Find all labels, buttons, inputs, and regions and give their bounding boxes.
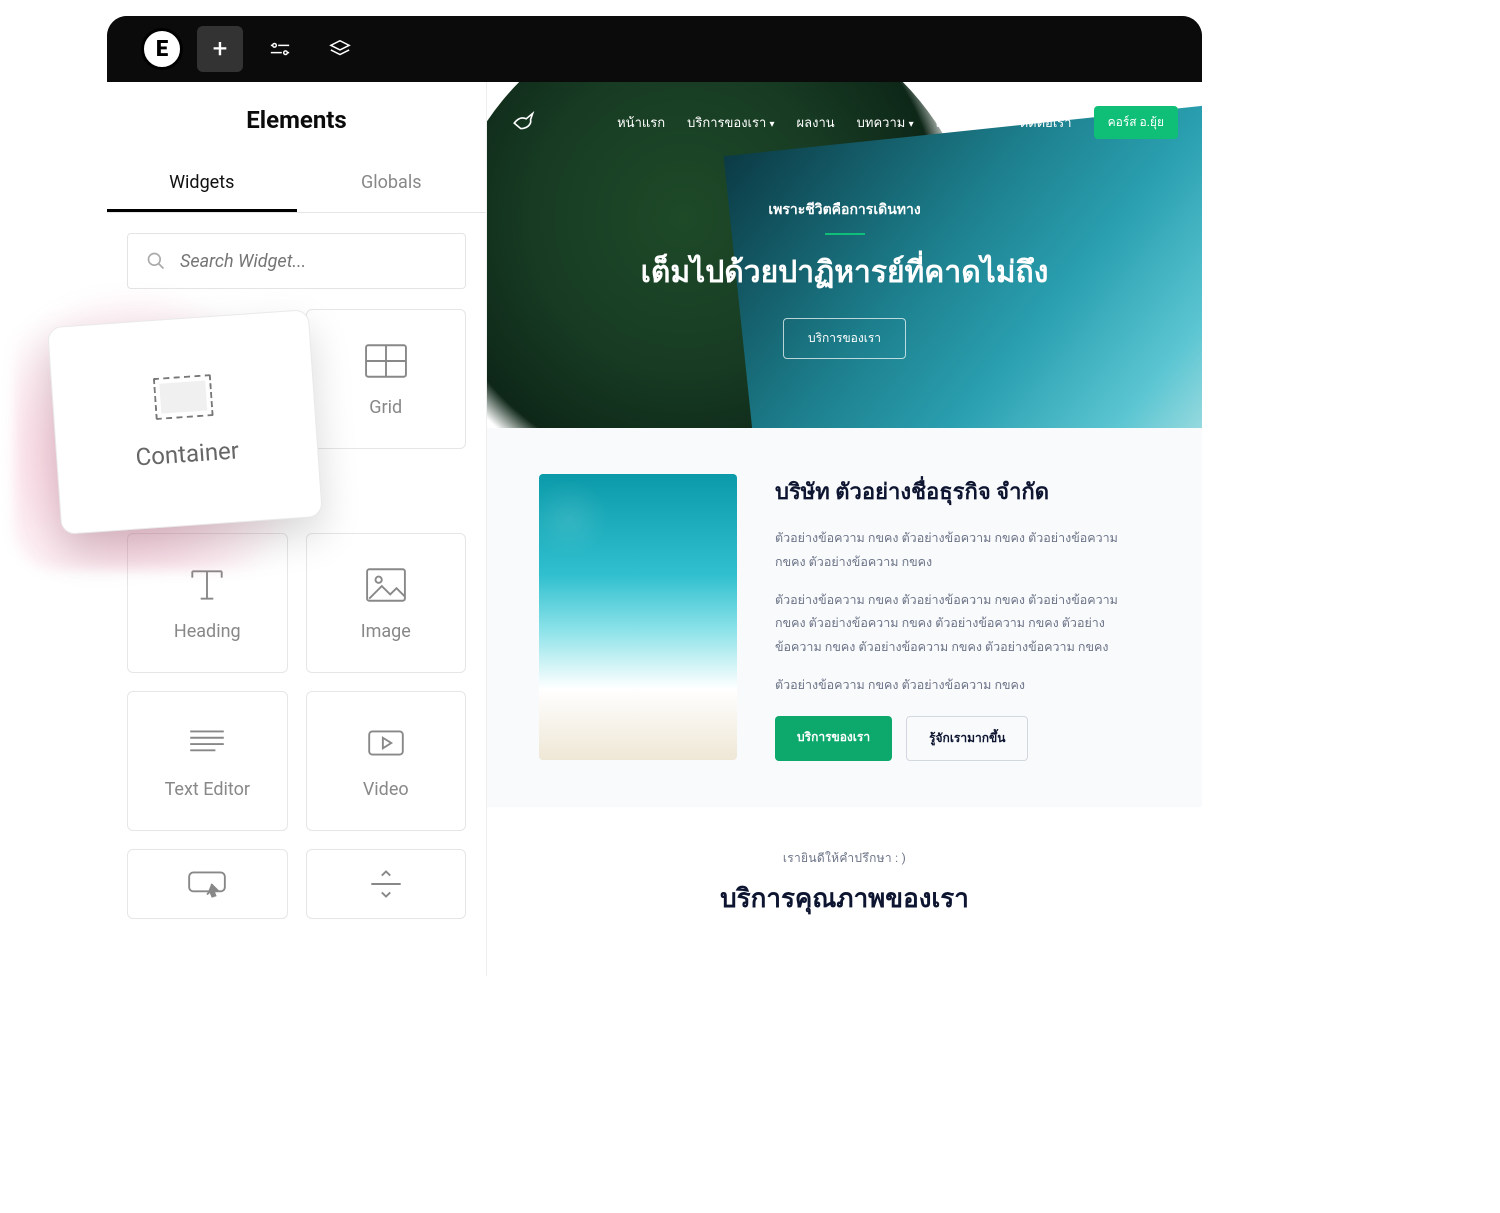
hero-title: เต็มไปด้วยปาฏิหารย์ที่คาดไม่ถึง [641, 249, 1049, 296]
search-icon [146, 251, 166, 271]
panel-title: Elements [107, 82, 486, 156]
chevron-down-icon: ▾ [909, 119, 914, 130]
video-icon [365, 724, 407, 762]
about-primary-button[interactable]: บริการของเรา [775, 716, 892, 761]
about-secondary-button[interactable]: รู้จักเรามากขึ้น [906, 716, 1028, 761]
sliders-icon [269, 38, 291, 60]
about-image [539, 474, 737, 760]
nav-portfolio[interactable]: ผลงาน [797, 112, 835, 133]
about-paragraph: ตัวอย่างข้อความ กขคง ตัวอย่างข้อความ กขค… [775, 674, 1150, 698]
bird-icon [511, 108, 537, 134]
widget-image[interactable]: Image [306, 533, 467, 673]
tab-widgets[interactable]: Widgets [107, 156, 297, 212]
hero-section: หน้าแรก บริการของเรา ▾ ผลงาน บทความ ▾ เก… [487, 82, 1202, 428]
nav-about[interactable]: เกี่ยวกับเรา [936, 112, 998, 133]
divider-icon [365, 865, 407, 903]
services-section: เรายินดีให้คำปรึกษา : ) บริการคุณภาพของเ… [487, 807, 1202, 919]
search-widget-field[interactable] [127, 233, 466, 289]
nav-cta-button[interactable]: คอร์ส อ.ยุ้ย [1094, 106, 1178, 139]
structure-button[interactable] [317, 26, 363, 72]
hero-accent-bar [825, 233, 865, 235]
search-widget-input[interactable] [180, 251, 447, 272]
site-logo[interactable] [511, 108, 537, 138]
nav-services[interactable]: บริการของเรา ▾ [687, 112, 774, 133]
about-section: บริษัท ตัวอย่างชื่อธุรกิจ จำกัด ตัวอย่าง… [487, 428, 1202, 807]
widget-container-floating[interactable]: Container [47, 309, 323, 535]
widget-label: Video [363, 779, 409, 800]
site-nav: หน้าแรก บริการของเรา ▾ ผลงาน บทความ ▾ เก… [487, 94, 1202, 139]
widget-text-editor[interactable]: Text Editor [127, 691, 288, 831]
widget-label: Grid [369, 397, 402, 418]
button-icon [186, 865, 228, 903]
about-heading: บริษัท ตัวอย่างชื่อธุรกิจ จำกัด [775, 474, 1150, 509]
widget-label: Heading [174, 621, 241, 642]
heading-icon [186, 566, 228, 604]
hero-subtitle: เพราะชีวิตคือการเดินทาง [768, 199, 920, 221]
grid-icon [365, 342, 407, 380]
widget-button[interactable] [127, 849, 288, 919]
tab-globals[interactable]: Globals [297, 156, 487, 212]
add-element-button[interactable]: + [197, 26, 243, 72]
editor-topbar: E + [107, 16, 1202, 82]
image-icon [365, 566, 407, 604]
widget-label: Image [361, 621, 411, 642]
widget-grid[interactable]: Grid [306, 309, 467, 449]
about-paragraph: ตัวอย่างข้อความ กขคง ตัวอย่างข้อความ กขค… [775, 589, 1150, 660]
nav-home[interactable]: หน้าแรก [617, 112, 665, 133]
services-tagline: เรายินดีให้คำปรึกษา : ) [487, 849, 1202, 868]
chevron-down-icon: ▾ [770, 119, 775, 130]
page-preview: หน้าแรก บริการของเรา ▾ ผลงาน บทความ ▾ เก… [487, 82, 1202, 976]
nav-articles[interactable]: บทความ ▾ [857, 112, 914, 133]
elementor-logo-icon[interactable]: E [141, 28, 183, 70]
layers-icon [329, 38, 351, 60]
nav-contact[interactable]: ติดต่อเรา [1020, 112, 1072, 133]
about-paragraph: ตัวอย่างข้อความ กขคง ตัวอย่างข้อความ กขค… [775, 527, 1150, 575]
panel-tabs: Widgets Globals [107, 156, 486, 213]
settings-button[interactable] [257, 26, 303, 72]
widget-label: Container [135, 436, 240, 471]
text-editor-icon [186, 724, 228, 762]
hero-cta-button[interactable]: บริการของเรา [783, 318, 906, 359]
widget-divider[interactable] [306, 849, 467, 919]
widget-label: Text Editor [165, 779, 250, 800]
widget-video[interactable]: Video [306, 691, 467, 831]
container-icon [153, 374, 214, 420]
services-heading: บริการคุณภาพของเรา [487, 878, 1202, 919]
